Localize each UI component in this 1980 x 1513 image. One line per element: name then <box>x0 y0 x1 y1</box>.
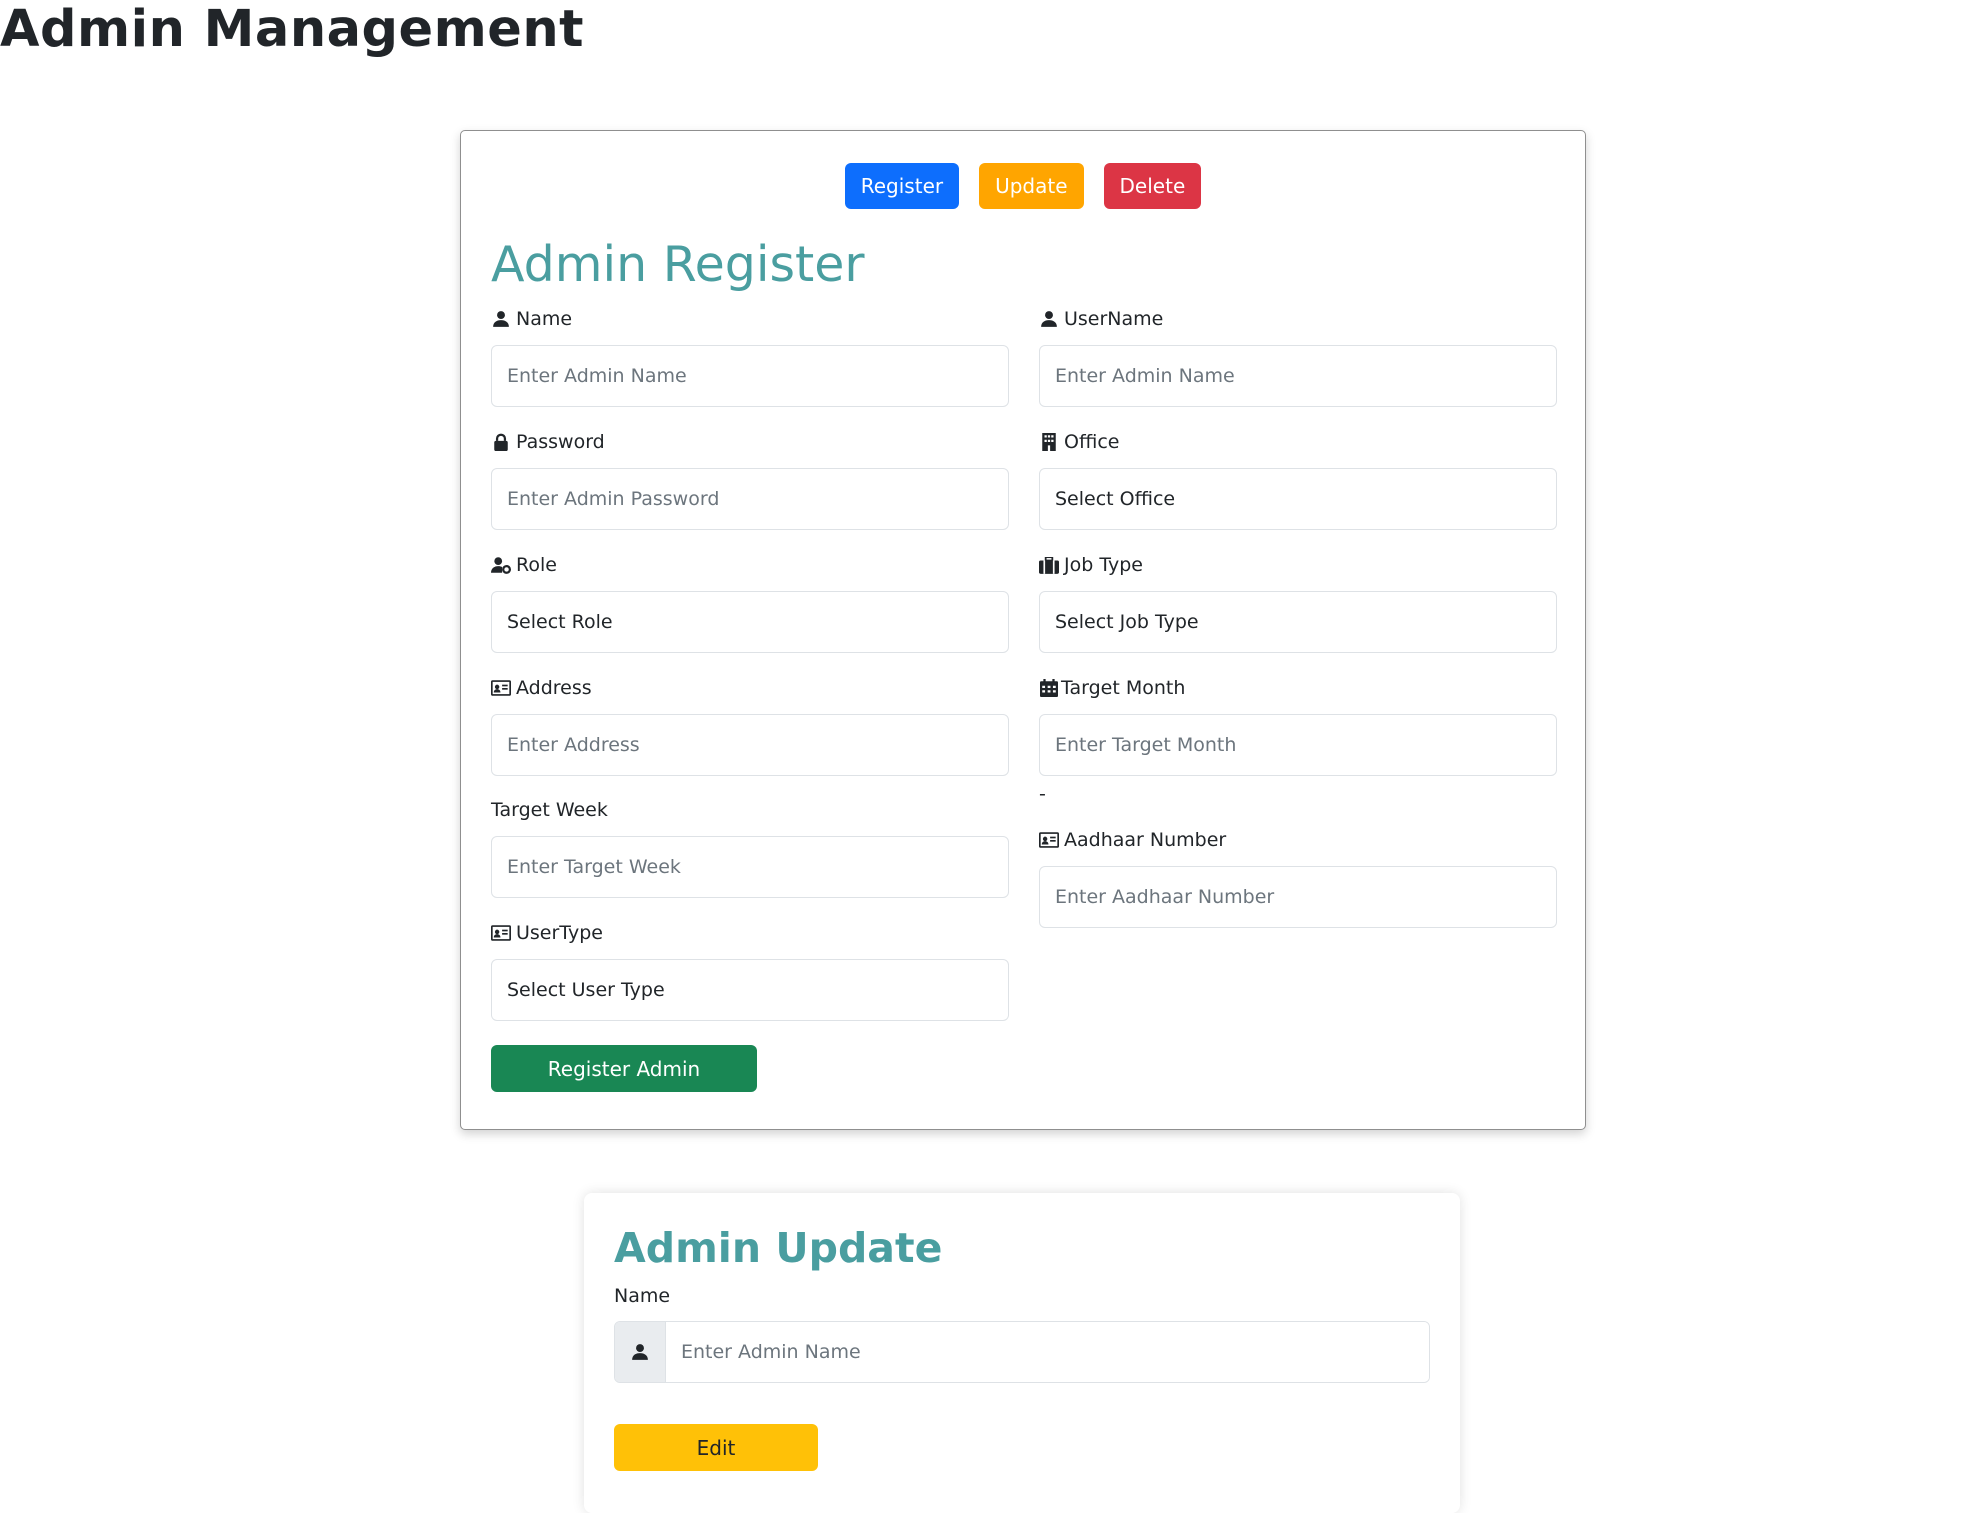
job-type-select[interactable]: Select Job Type <box>1039 591 1557 653</box>
register-admin-button[interactable]: Register Admin <box>491 1045 757 1092</box>
admin-update-card: Admin Update Name Edit <box>584 1193 1460 1513</box>
password-field-group: Password <box>491 428 1009 530</box>
id-card-icon <box>1039 830 1059 850</box>
name-label: Name <box>516 308 573 330</box>
target-week-field-group: Target Week <box>491 796 1009 898</box>
user-icon <box>491 309 511 329</box>
user-type-label: UserType <box>516 922 603 944</box>
target-week-input[interactable] <box>491 836 1009 898</box>
update-tab-button[interactable]: Update <box>979 163 1084 209</box>
target-month-field-group: Target Month <box>1039 674 1557 776</box>
job-type-label: Job Type <box>1064 554 1143 576</box>
address-label: Address <box>516 677 592 699</box>
role-field-group: Role Select Role <box>491 551 1009 653</box>
job-type-select-value: Select Job Type <box>1055 611 1199 633</box>
user-icon <box>615 1322 666 1382</box>
separator-dash: - <box>1039 783 1046 805</box>
update-form-title: Admin Update <box>614 1224 943 1272</box>
user-type-select-value: Select User Type <box>507 979 665 1001</box>
target-month-input[interactable] <box>1039 714 1557 776</box>
office-label: Office <box>1064 431 1120 453</box>
target-month-label: Target Month <box>1061 677 1186 699</box>
office-select[interactable]: Select Office <box>1039 468 1557 530</box>
register-tab-button[interactable]: Register <box>844 163 960 209</box>
delete-tab-button[interactable]: Delete <box>1103 163 1202 209</box>
id-card-icon <box>491 923 511 943</box>
calendar-icon <box>1039 678 1059 698</box>
aadhaar-field-group: Aadhaar Number <box>1039 826 1557 928</box>
job-type-field-group: Job Type Select Job Type <box>1039 551 1557 653</box>
role-label: Role <box>516 554 557 576</box>
username-input[interactable] <box>1039 345 1557 407</box>
name-input[interactable] <box>491 345 1009 407</box>
username-label: UserName <box>1064 308 1164 330</box>
update-name-input[interactable] <box>666 1322 1429 1382</box>
update-name-label: Name <box>614 1285 671 1307</box>
office-field-group: Office Select Office <box>1039 428 1557 530</box>
address-field-group: Address <box>491 674 1009 776</box>
aadhaar-input[interactable] <box>1039 866 1557 928</box>
user-gear-icon <box>491 555 511 575</box>
address-input[interactable] <box>491 714 1009 776</box>
target-week-label: Target Week <box>491 799 608 821</box>
id-card-icon <box>491 678 511 698</box>
password-label: Password <box>516 431 605 453</box>
lock-icon <box>491 432 511 452</box>
building-icon <box>1039 432 1059 452</box>
name-field-group: Name <box>491 305 1009 407</box>
briefcase-icon <box>1039 555 1059 575</box>
user-type-select[interactable]: Select User Type <box>491 959 1009 1021</box>
update-name-input-group <box>614 1321 1430 1383</box>
user-icon <box>1039 309 1059 329</box>
register-form-title: Admin Register <box>491 236 865 293</box>
admin-register-card: Register Update Delete Admin Register Na… <box>460 130 1586 1130</box>
edit-button[interactable]: Edit <box>614 1424 818 1471</box>
role-select[interactable]: Select Role <box>491 591 1009 653</box>
user-type-field-group: UserType Select User Type <box>491 919 1009 1021</box>
office-select-value: Select Office <box>1055 488 1176 510</box>
page-title: Admin Management <box>0 0 585 59</box>
role-select-value: Select Role <box>507 611 613 633</box>
action-tabs: Register Update Delete <box>461 163 1585 209</box>
username-field-group: UserName <box>1039 305 1557 407</box>
password-input[interactable] <box>491 468 1009 530</box>
aadhaar-label: Aadhaar Number <box>1064 829 1227 851</box>
